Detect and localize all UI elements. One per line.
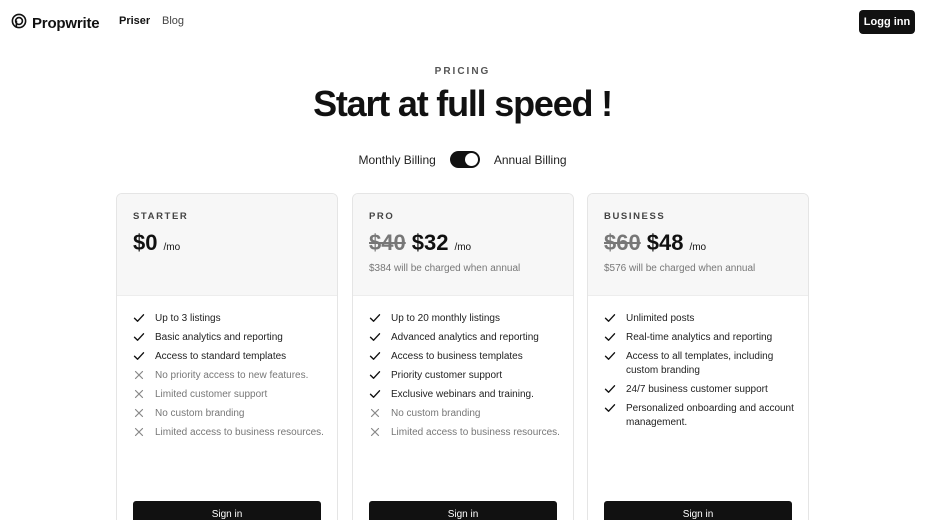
old-price: $60	[604, 230, 641, 255]
feature-text: Up to 20 monthly listings	[391, 313, 500, 324]
billing-toggle[interactable]	[449, 151, 480, 168]
feature-text: No priority access to new features.	[155, 370, 309, 381]
feature-text: Priority customer support	[391, 370, 503, 381]
feature-item: Access to business templates	[369, 350, 563, 364]
price-row: $60 $48/mo	[604, 230, 706, 256]
plan-name: PRO	[369, 211, 395, 222]
feature-text: Limited access to business resources.	[391, 427, 560, 438]
feature-text: No custom branding	[155, 408, 245, 419]
check-icon	[604, 350, 618, 364]
feature-item: Up to 20 monthly listings	[369, 312, 563, 326]
feature-text: Up to 3 listings	[155, 313, 221, 324]
cross-icon	[133, 407, 147, 421]
feature-item: No custom branding	[133, 407, 327, 421]
feature-item: Real-time analytics and reporting	[604, 331, 798, 345]
sign-in-button-pro[interactable]: Sign in	[369, 501, 557, 520]
check-icon	[604, 402, 618, 416]
annual-billing-label[interactable]: Annual Billing	[494, 153, 567, 167]
sign-in-button-business[interactable]: Sign in	[604, 501, 792, 520]
price-period: /mo	[163, 242, 181, 253]
feature-text: Personalized onboarding and account mana…	[626, 403, 794, 428]
feature-text: Access to all templates, including custo…	[626, 351, 774, 376]
plan-name: STARTER	[133, 211, 189, 222]
price: $48	[646, 230, 684, 255]
price-row: $40 $32/mo	[369, 230, 471, 256]
feature-text: Access to business templates	[391, 351, 523, 362]
check-icon	[133, 350, 147, 364]
check-icon	[604, 331, 618, 345]
feature-text: Advanced analytics and reporting	[391, 332, 539, 343]
check-icon	[369, 388, 383, 402]
feature-item: Unlimited posts	[604, 312, 798, 326]
plan-header: PRO $40 $32/mo $384 will be charged when an…	[353, 194, 573, 296]
check-icon	[369, 350, 383, 364]
feature-item: Priority customer support	[369, 369, 563, 383]
nav-link-priser[interactable]: Priser	[119, 15, 150, 27]
feature-list: Unlimited posts Real-time analytics and r…	[604, 312, 798, 435]
feature-text: Basic analytics and reporting	[155, 332, 283, 343]
nav-link-blog[interactable]: Blog	[162, 15, 184, 27]
feature-item: Exclusive webinars and training.	[369, 388, 563, 402]
price-period: /mo	[689, 242, 707, 253]
feature-item: Personalized onboarding and account mana…	[604, 402, 798, 430]
feature-item: Access to all templates, including custo…	[604, 350, 798, 378]
plan-header: BUSINESS $60 $48/mo $576 will be charged wh…	[588, 194, 808, 296]
plan-card-starter: STARTER $0/mo Up to 3 listings Basic analyt…	[116, 193, 338, 520]
price: $32	[411, 230, 449, 255]
check-icon	[369, 312, 383, 326]
plan-card-business: BUSINESS $60 $48/mo $576 will be charged wh…	[587, 193, 809, 520]
cross-icon	[133, 369, 147, 383]
price-row: $0/mo	[133, 230, 180, 256]
feature-text: 24/7 business customer support	[626, 384, 768, 395]
monthly-billing-label[interactable]: Monthly Billing	[358, 153, 435, 167]
annual-charge-note: $576 will be charged when annual	[604, 263, 756, 274]
check-icon	[604, 383, 618, 397]
plan-card-pro: PRO $40 $32/mo $384 will be charged when an…	[352, 193, 574, 520]
feature-text: Limited access to business resources.	[155, 427, 324, 438]
feature-text: No custom branding	[391, 408, 481, 419]
feature-item: Basic analytics and reporting	[133, 331, 327, 345]
feature-text: Exclusive webinars and training.	[391, 389, 534, 400]
feature-text: Real-time analytics and reporting	[626, 332, 773, 343]
pricing-eyebrow: PRICING	[434, 66, 491, 77]
cross-icon	[369, 407, 383, 421]
propwrite-logo-icon	[11, 13, 27, 34]
sign-in-button-starter[interactable]: Sign in	[133, 501, 321, 520]
page-title: Start at full speed !	[313, 83, 613, 124]
cross-icon	[369, 426, 383, 440]
check-icon	[369, 369, 383, 383]
old-price: $40	[369, 230, 406, 255]
price-period: /mo	[454, 242, 472, 253]
feature-item: Limited customer support	[133, 388, 327, 402]
feature-item: No custom branding	[369, 407, 563, 421]
feature-text: Unlimited posts	[626, 313, 695, 324]
feature-list: Up to 3 listings Basic analytics and repo…	[133, 312, 327, 445]
feature-item: 24/7 business customer support	[604, 383, 798, 397]
feature-item: Advanced analytics and reporting	[369, 331, 563, 345]
feature-text: Access to standard templates	[155, 351, 287, 362]
cross-icon	[133, 426, 147, 440]
cross-icon	[133, 388, 147, 402]
brand-logo[interactable]: Propwrite	[11, 13, 100, 34]
price: $0	[133, 230, 158, 255]
brand-name: Propwrite	[32, 15, 100, 32]
feature-list: Up to 20 monthly listings Advanced analyt…	[369, 312, 563, 445]
check-icon	[604, 312, 618, 326]
plan-header: STARTER $0/mo	[117, 194, 337, 296]
annual-charge-note: $384 will be charged when annual	[369, 263, 521, 274]
check-icon	[133, 331, 147, 345]
plan-name: BUSINESS	[604, 211, 666, 222]
feature-item: Limited access to business resources.	[369, 426, 563, 440]
toggle-knob	[464, 153, 478, 166]
feature-text: Limited customer support	[155, 389, 268, 400]
billing-switch: Monthly Billing Annual Billing	[0, 151, 925, 168]
feature-item: Limited access to business resources.	[133, 426, 327, 440]
feature-item: Access to standard templates	[133, 350, 327, 364]
login-button[interactable]: Logg inn	[859, 10, 915, 34]
top-nav: Propwrite Priser Blog Logg inn	[0, 0, 925, 44]
check-icon	[369, 331, 383, 345]
feature-item: No priority access to new features.	[133, 369, 327, 383]
check-icon	[133, 312, 147, 326]
feature-item: Up to 3 listings	[133, 312, 327, 326]
